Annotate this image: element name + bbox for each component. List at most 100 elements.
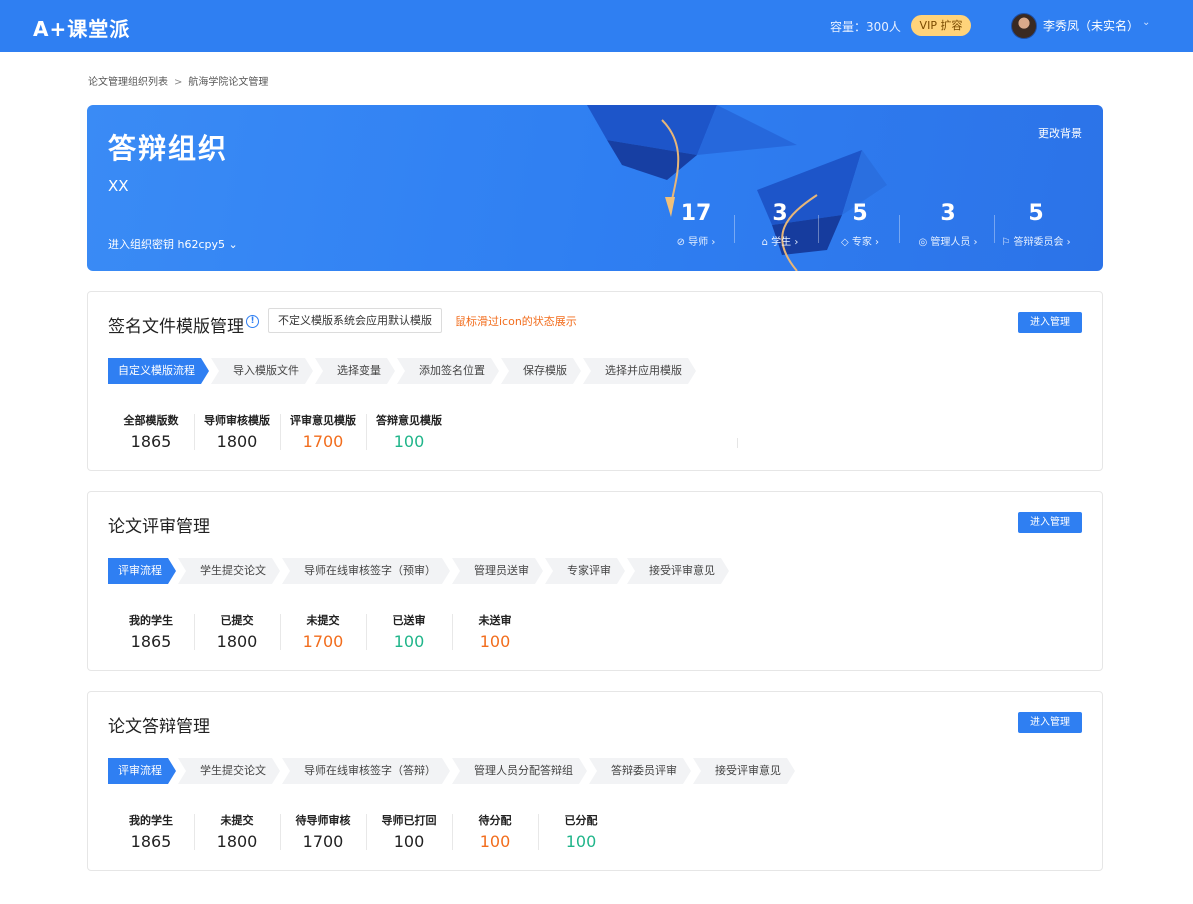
metric-item: 已分配 100 xyxy=(538,812,624,851)
card-title: 签名文件模版管理 xyxy=(108,317,244,337)
step-item[interactable]: 保存模版 xyxy=(501,358,581,384)
step-item[interactable]: 接受评审意见 xyxy=(693,758,795,784)
enter-management-button[interactable]: 进入管理 xyxy=(1018,712,1082,733)
metric-label: 我的学生 xyxy=(129,614,173,627)
metric-label: 已送审 xyxy=(392,614,426,627)
metric-value: 1700 xyxy=(302,632,344,651)
info-icon[interactable]: ! xyxy=(246,315,259,328)
metric-item: 未提交 1700 xyxy=(280,612,366,651)
metric-item: 评审意见模版 1700 xyxy=(280,412,366,451)
breadcrumb-separator: > xyxy=(174,77,183,88)
metric-item: 导师已打回 100 xyxy=(366,812,452,851)
card-title: 论文答辩管理 xyxy=(108,717,210,737)
app-logo[interactable]: A+课堂派 xyxy=(33,13,130,42)
step-item[interactable]: 专家评审 xyxy=(545,558,625,584)
metric-label: 答辩意见模版 xyxy=(376,414,442,427)
metric-value: 100 xyxy=(479,832,511,851)
metric-item: 我的学生 1865 xyxy=(108,812,194,851)
step-item[interactable]: 评审流程 xyxy=(108,558,176,584)
vip-expand-button[interactable]: VIP 扩容 xyxy=(911,15,971,36)
metric-value: 1700 xyxy=(302,832,344,851)
stat-label: ⚐ 答辩委员会 › xyxy=(1001,237,1071,248)
logo-text: 课堂派 xyxy=(67,17,131,41)
metric-label: 导师已打回 xyxy=(381,814,437,827)
step-item[interactable]: 导入模版文件 xyxy=(211,358,313,384)
step-item[interactable]: 评审流程 xyxy=(108,758,176,784)
process-steps: 自定义模版流程 导入模版文件 选择变量 添加签名位置 保存模版 选择并应用模版 xyxy=(108,358,698,384)
metric-value: 100 xyxy=(565,832,597,851)
defense-management-card: 论文答辩管理 进入管理 评审流程 学生提交论文 导师在线审核签字（答辩） 管理人… xyxy=(87,691,1103,871)
divider xyxy=(734,215,735,243)
metric-label: 未提交 xyxy=(306,614,340,627)
metric-value: 1800 xyxy=(216,832,258,851)
stat-students[interactable]: 3 ⌂ 学生 › xyxy=(740,201,820,248)
enter-management-button[interactable]: 进入管理 xyxy=(1018,512,1082,533)
change-background-link[interactable]: 更改背景 xyxy=(1038,125,1082,141)
metric-label: 导师审核模版 xyxy=(204,414,270,427)
template-management-card: 签名文件模版管理 ! 不定义模版系统会应用默认模版 鼠标滑过icon的状态展示 … xyxy=(87,291,1103,471)
breadcrumb-link-list[interactable]: 论文管理组织列表 xyxy=(88,77,168,88)
step-item[interactable]: 自定义模版流程 xyxy=(108,358,209,384)
metric-item: 已提交 1800 xyxy=(194,612,280,651)
stat-value: 3 xyxy=(940,201,956,226)
metric-value: 1865 xyxy=(130,632,172,651)
user-name[interactable]: 李秀凤（未实名） xyxy=(1043,17,1139,34)
capacity-text: 容量：300人 xyxy=(830,20,901,34)
page-title: 答辩组织 xyxy=(108,132,229,165)
metrics-row: 全部模版数 1865 导师审核模版 1800 评审意见模版 1700 答辩意见模… xyxy=(108,412,452,451)
metric-item: 导师审核模版 1800 xyxy=(194,412,280,451)
step-item[interactable]: 答辩委员评审 xyxy=(589,758,691,784)
stat-value: 5 xyxy=(852,201,868,226)
metric-label: 待分配 xyxy=(478,814,512,827)
process-steps: 评审流程 学生提交论文 导师在线审核签字（预审） 管理员送审 专家评审 接受评审… xyxy=(108,558,731,584)
step-item[interactable]: 选择并应用模版 xyxy=(583,358,696,384)
stat-label: ⌂ 学生 › xyxy=(761,237,799,248)
stat-admins[interactable]: 3 ◎ 管理人员 › xyxy=(908,201,988,248)
step-item[interactable]: 导师在线审核签字（预审） xyxy=(282,558,450,584)
stat-experts[interactable]: 5 ◇ 专家 › xyxy=(820,201,900,248)
step-item[interactable]: 管理员送审 xyxy=(452,558,543,584)
hover-hint-text: 鼠标滑过icon的状态展示 xyxy=(455,315,577,328)
metric-item: 待分配 100 xyxy=(452,812,538,851)
metric-item: 全部模版数 1865 xyxy=(108,412,194,451)
organization-subtitle: XX xyxy=(108,177,129,195)
metric-label: 待导师审核 xyxy=(295,814,351,827)
metric-value: 1800 xyxy=(216,632,258,651)
metric-label: 未送审 xyxy=(478,614,512,627)
metric-value: 1865 xyxy=(130,832,172,851)
organization-key-dropdown[interactable]: 进入组织密钥 h62cpy5 ⌄ xyxy=(108,236,238,252)
metric-value: 1800 xyxy=(216,432,258,451)
logo-mark: A+ xyxy=(33,17,68,41)
metric-item: 待导师审核 1700 xyxy=(280,812,366,851)
metric-value: 100 xyxy=(479,632,511,651)
step-item[interactable]: 接受评审意见 xyxy=(627,558,729,584)
chevron-down-icon[interactable]: ⌄ xyxy=(1142,17,1150,28)
step-item[interactable]: 选择变量 xyxy=(315,358,395,384)
stat-label: ⊘ 导师 › xyxy=(676,237,716,248)
divider xyxy=(818,215,819,243)
stat-label: ◇ 专家 › xyxy=(840,237,880,248)
divider xyxy=(994,215,995,243)
step-item[interactable]: 学生提交论文 xyxy=(178,558,280,584)
enter-management-button[interactable]: 进入管理 xyxy=(1018,312,1082,333)
stat-mentors[interactable]: 17 ⊘ 导师 › xyxy=(656,201,736,248)
metric-value: 100 xyxy=(393,832,425,851)
metric-value: 100 xyxy=(393,632,425,651)
avatar[interactable] xyxy=(1011,13,1037,39)
step-item[interactable]: 导师在线审核签字（答辩） xyxy=(282,758,450,784)
metric-label: 我的学生 xyxy=(129,814,173,827)
step-item[interactable]: 管理人员分配答辩组 xyxy=(452,758,587,784)
metric-label: 未提交 xyxy=(220,814,254,827)
step-item[interactable]: 添加签名位置 xyxy=(397,358,499,384)
stat-value: 3 xyxy=(772,201,788,226)
metric-value: 1700 xyxy=(302,432,344,451)
breadcrumb-current: 航海学院论文管理 xyxy=(188,77,269,88)
breadcrumb: 论文管理组织列表 > 航海学院论文管理 xyxy=(88,73,268,88)
step-item[interactable]: 学生提交论文 xyxy=(178,758,280,784)
top-bar: A+课堂派 容量：300人 VIP 扩容 李秀凤（未实名） ⌄ xyxy=(0,0,1193,52)
metric-item: 答辩意见模版 100 xyxy=(366,412,452,451)
stat-committee[interactable]: 5 ⚐ 答辩委员会 › xyxy=(996,201,1076,248)
stat-value: 17 xyxy=(680,201,712,226)
metric-item: 未送审 100 xyxy=(452,612,538,651)
metric-item: 已送审 100 xyxy=(366,612,452,651)
